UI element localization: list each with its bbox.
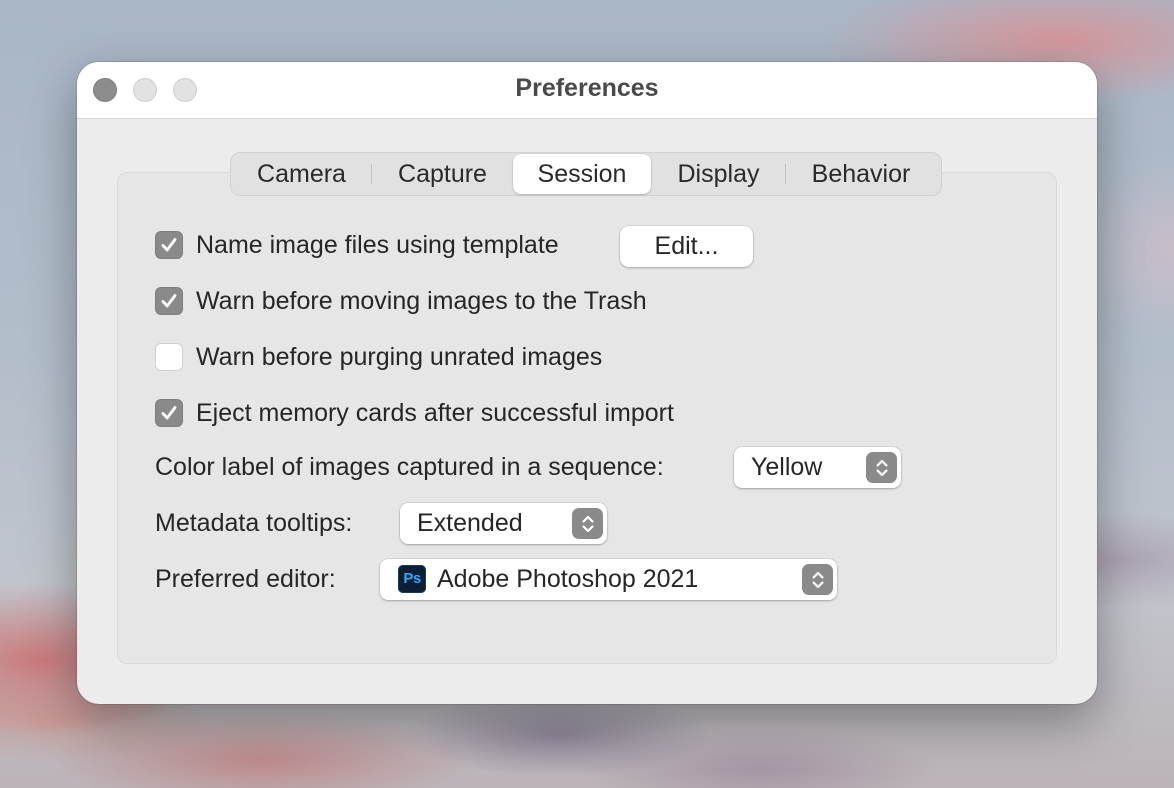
color-label-label: Color label of images captured in a sequ… bbox=[155, 452, 664, 481]
warn-trash-label: Warn before moving images to the Trash bbox=[196, 286, 647, 315]
preferred-editor-popup[interactable]: Ps Adobe Photoshop 2021 bbox=[380, 559, 837, 600]
warn-purge-label: Warn before purging unrated images bbox=[196, 342, 603, 371]
warn-purge-checkbox[interactable] bbox=[155, 343, 183, 371]
color-label-popup[interactable]: Yellow bbox=[734, 447, 901, 488]
preferred-editor-value: Adobe Photoshop 2021 bbox=[437, 565, 699, 593]
checkmark-icon bbox=[161, 406, 177, 420]
tab-display[interactable]: Display bbox=[651, 154, 786, 194]
color-label-value: Yellow bbox=[751, 453, 823, 481]
tab-bar: Camera Capture Session Display Behavior bbox=[230, 152, 942, 196]
checkmark-icon bbox=[161, 238, 177, 252]
option-name-template: Name image files using template bbox=[155, 227, 559, 263]
name-template-label: Name image files using template bbox=[196, 230, 559, 259]
preferences-window: Preferences Camera Capture Session Displ… bbox=[77, 62, 1097, 704]
option-eject-cards: Eject memory cards after successful impo… bbox=[155, 395, 674, 431]
warn-trash-checkbox[interactable] bbox=[155, 287, 183, 315]
window-title: Preferences bbox=[515, 74, 659, 102]
metadata-tooltips-value: Extended bbox=[417, 509, 523, 537]
metadata-tooltips-label: Metadata tooltips: bbox=[155, 508, 353, 537]
eject-cards-checkbox[interactable] bbox=[155, 399, 183, 427]
metadata-tooltips-popup[interactable]: Extended bbox=[400, 503, 607, 544]
color-label-row: Color label of images captured in a sequ… bbox=[155, 449, 664, 485]
up-down-chevron-icon bbox=[572, 508, 603, 539]
tab-camera[interactable]: Camera bbox=[231, 154, 372, 194]
option-warn-purge: Warn before purging unrated images bbox=[155, 339, 602, 375]
up-down-chevron-icon bbox=[802, 564, 833, 595]
option-warn-trash: Warn before moving images to the Trash bbox=[155, 283, 647, 319]
edit-template-button[interactable]: Edit... bbox=[620, 226, 753, 267]
preferred-editor-row: Preferred editor: bbox=[155, 561, 336, 597]
tab-behavior[interactable]: Behavior bbox=[786, 154, 936, 194]
preferred-editor-label: Preferred editor: bbox=[155, 564, 336, 593]
eject-cards-label: Eject memory cards after successful impo… bbox=[196, 398, 674, 427]
checkmark-icon bbox=[161, 294, 177, 308]
up-down-chevron-icon bbox=[866, 452, 897, 483]
metadata-tooltips-row: Metadata tooltips: bbox=[155, 505, 352, 541]
tab-capture[interactable]: Capture bbox=[372, 154, 513, 194]
title-bar[interactable]: Preferences bbox=[77, 62, 1097, 119]
name-template-checkbox[interactable] bbox=[155, 231, 183, 259]
tab-session[interactable]: Session bbox=[513, 154, 651, 194]
photoshop-app-icon: Ps bbox=[398, 565, 426, 593]
